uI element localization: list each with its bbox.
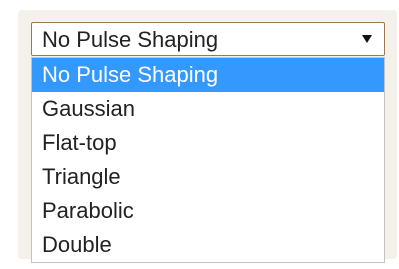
option-double[interactable]: Double [32, 228, 384, 262]
option-no-pulse-shaping[interactable]: No Pulse Shaping [32, 58, 384, 92]
caret-down-icon[interactable] [360, 30, 374, 48]
option-triangle[interactable]: Triangle [32, 160, 384, 194]
option-gaussian[interactable]: Gaussian [32, 92, 384, 126]
option-parabolic[interactable]: Parabolic [32, 194, 384, 228]
select-current-value: No Pulse Shaping [42, 27, 219, 52]
pulse-shaping-listbox: No Pulse Shaping Gaussian Flat-top Trian… [31, 57, 385, 263]
option-flat-top[interactable]: Flat-top [32, 126, 384, 160]
pulse-shaping-select[interactable]: No Pulse Shaping [31, 22, 385, 56]
caret-down-glyph [362, 35, 372, 43]
